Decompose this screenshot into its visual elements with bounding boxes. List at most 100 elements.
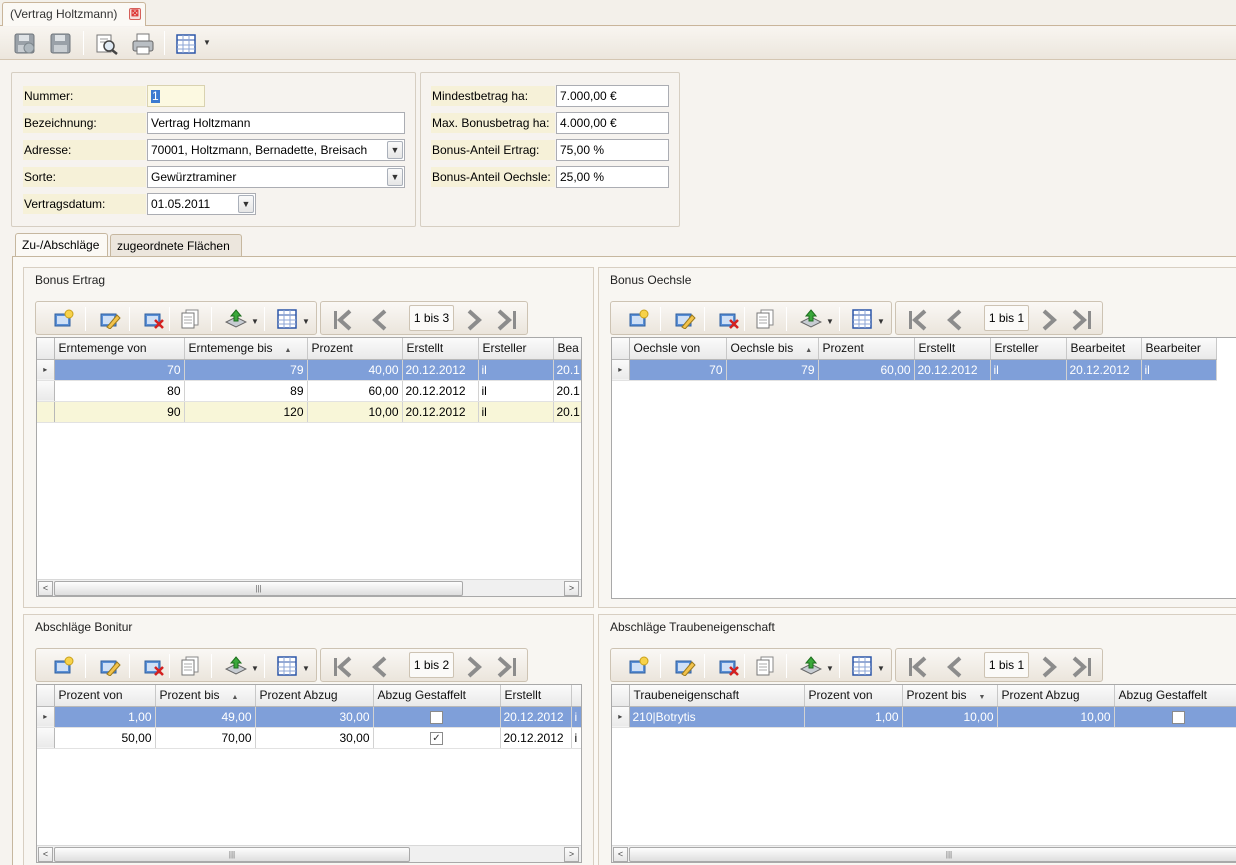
col-header[interactable]: Ersteller <box>478 338 554 360</box>
abzug-gestaffelt-checkbox[interactable] <box>1171 710 1185 724</box>
scroll-right-button[interactable]: > <box>564 581 579 596</box>
horizontal-scrollbar[interactable]: < ||| > <box>37 845 581 862</box>
col-header[interactable]: Prozent <box>307 338 403 360</box>
export-button[interactable]: ▼ <box>797 305 837 332</box>
table-row[interactable]: 80 89 60,00 20.12.2012 il 20.1 <box>37 380 581 402</box>
col-header[interactable]: Bearbeiter <box>1141 338 1217 360</box>
col-header[interactable]: Erntemenge bis ▲ <box>184 338 308 360</box>
col-header[interactable]: Abzug Gestaffelt <box>1114 685 1236 707</box>
table-cell[interactable]: 20.12.2012 <box>500 727 572 749</box>
sorte-select[interactable]: Gewürztraminer ▼ <box>147 166 405 188</box>
table-cell[interactable]: 70,00 <box>155 727 256 749</box>
table-cell[interactable]: 1,00 <box>804 706 903 728</box>
table-cell[interactable]: 70 <box>629 359 727 381</box>
row-header[interactable] <box>37 401 55 423</box>
previous-record-button[interactable] <box>940 652 968 679</box>
row-header[interactable] <box>37 727 55 749</box>
nummer-field[interactable]: 1 <box>147 85 205 107</box>
table-cell[interactable]: 20.12.2012 <box>402 401 479 423</box>
edit-record-button[interactable] <box>671 305 699 332</box>
adresse-select[interactable]: 70001, Holtzmann, Bernadette, Breisach ▼ <box>147 139 405 161</box>
bezeichnung-field[interactable]: Vertrag Holtzmann <box>147 112 405 134</box>
table-cell[interactable]: 90 <box>54 401 185 423</box>
table-cell[interactable]: 20.12.2012 <box>402 380 479 402</box>
table-cell[interactable]: il <box>1141 359 1217 381</box>
scroll-thumb[interactable]: ||| <box>629 847 1236 862</box>
next-record-button[interactable] <box>1034 652 1062 679</box>
tab-zugeordnete-flaechen[interactable]: zugeordnete Flächen <box>110 234 242 256</box>
table-cell[interactable]: 89 <box>184 380 308 402</box>
col-header[interactable]: Prozent bis ▲ <box>155 685 256 707</box>
table-cell[interactable]: 20.12.2012 <box>500 706 572 728</box>
copy-record-button[interactable] <box>751 305 779 332</box>
new-record-button[interactable] <box>625 305 653 332</box>
max-bonus-field[interactable]: 4.000,00 € <box>556 112 669 134</box>
close-tab-icon[interactable]: ⊠ <box>129 8 141 20</box>
abzug-gestaffelt-checkbox[interactable]: ✓ <box>430 731 443 745</box>
row-pointer-icon[interactable]: ▸ <box>612 359 630 381</box>
copy-record-button[interactable] <box>751 652 779 679</box>
delete-record-button[interactable] <box>140 305 168 332</box>
table-cell[interactable]: 49,00 <box>155 706 256 728</box>
table-cell[interactable]: 20.1 <box>553 380 581 402</box>
col-header[interactable]: Oechsle von <box>629 338 727 360</box>
table-cell[interactable]: 30,00 <box>255 706 374 728</box>
copy-record-button[interactable] <box>176 652 204 679</box>
delete-record-button[interactable] <box>715 305 743 332</box>
scroll-left-button[interactable]: < <box>613 847 628 862</box>
layout-grid-button[interactable]: ▼ <box>848 305 888 332</box>
delete-record-button[interactable] <box>140 652 168 679</box>
table-cell[interactable] <box>373 706 501 728</box>
col-header[interactable]: Erstellt <box>914 338 991 360</box>
last-record-button[interactable] <box>1066 305 1094 332</box>
table-cell[interactable]: il <box>478 359 554 381</box>
table-cell[interactable]: 10,00 <box>997 706 1115 728</box>
col-header[interactable]: Prozent von <box>54 685 156 707</box>
table-cell[interactable]: 10,00 <box>902 706 998 728</box>
new-record-button[interactable] <box>50 652 78 679</box>
col-header[interactable]: Oechsle bis ▲ <box>726 338 819 360</box>
col-header[interactable]: Bea <box>553 338 581 360</box>
scroll-thumb[interactable]: ||| <box>54 847 410 862</box>
last-record-button[interactable] <box>491 305 519 332</box>
scroll-right-button[interactable]: > <box>564 847 579 862</box>
first-record-button[interactable] <box>329 305 357 332</box>
next-record-button[interactable] <box>459 652 487 679</box>
next-record-button[interactable] <box>1034 305 1062 332</box>
first-record-button[interactable] <box>904 305 932 332</box>
table-cell[interactable] <box>1114 706 1236 728</box>
abzug-gestaffelt-checkbox[interactable] <box>430 710 443 724</box>
row-pointer-icon[interactable]: ▸ <box>37 706 55 728</box>
table-cell[interactable]: 70 <box>54 359 185 381</box>
table-cell[interactable]: 20.12.2012 <box>914 359 991 381</box>
horizontal-scrollbar[interactable]: < ||| <box>612 845 1236 862</box>
col-header[interactable]: Erntemenge von <box>54 338 185 360</box>
table-cell[interactable]: i <box>571 727 581 749</box>
row-pointer-icon[interactable]: ▸ <box>612 706 630 728</box>
export-button[interactable]: ▼ <box>222 305 262 332</box>
table-cell[interactable]: 20.12.2012 <box>402 359 479 381</box>
table-row[interactable]: ▸ 70 79 60,00 20.12.2012 il 20.12.2012 i… <box>612 359 1217 381</box>
col-header[interactable]: Ersteller <box>990 338 1067 360</box>
edit-record-button[interactable] <box>96 305 124 332</box>
col-header[interactable]: Prozent Abzug <box>997 685 1115 707</box>
table-cell[interactable]: i <box>571 706 581 728</box>
table-cell[interactable]: 10,00 <box>307 401 403 423</box>
table-cell[interactable]: il <box>990 359 1067 381</box>
layout-button[interactable]: ▼ <box>171 30 211 56</box>
bonus-oechsle-field[interactable]: 25,00 % <box>556 166 669 188</box>
col-header[interactable]: Prozent bis ▼ <box>902 685 998 707</box>
calendar-dropdown-icon[interactable]: ▼ <box>238 195 254 213</box>
table-cell[interactable]: 20.12.2012 <box>1066 359 1142 381</box>
scroll-left-button[interactable]: < <box>38 847 53 862</box>
layout-grid-button[interactable]: ▼ <box>273 305 313 332</box>
table-cell[interactable]: 60,00 <box>307 380 403 402</box>
print-preview-button[interactable] <box>91 30 119 56</box>
table-row[interactable]: ▸ 70 79 40,00 20.12.2012 il 20.1 <box>37 359 581 381</box>
table-cell[interactable]: 20.1 <box>553 401 581 423</box>
col-header[interactable] <box>571 685 581 707</box>
edit-record-button[interactable] <box>671 652 699 679</box>
table-cell[interactable]: 30,00 <box>255 727 374 749</box>
vertragsdatum-picker[interactable]: 01.05.2011 ▼ <box>147 193 256 215</box>
col-header[interactable]: Traubeneigenschaft <box>629 685 805 707</box>
